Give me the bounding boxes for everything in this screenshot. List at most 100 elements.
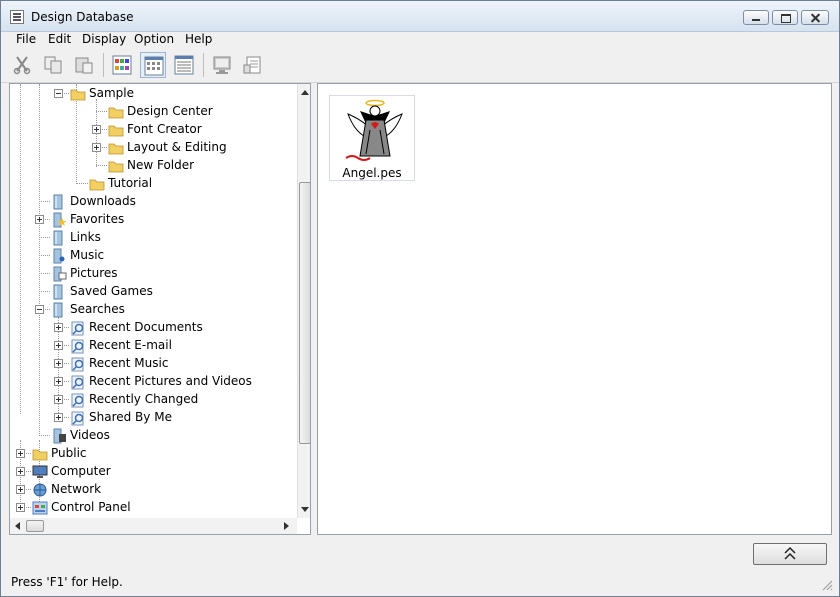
tree-item-label: Computer: [51, 464, 111, 478]
preview-button[interactable]: [209, 52, 235, 78]
tree-line: [39, 273, 50, 275]
network-icon: [33, 483, 47, 497]
expand-icon[interactable]: [54, 413, 63, 422]
tree-item[interactable]: Recent Music: [10, 355, 297, 373]
pictures-icon: [53, 266, 67, 282]
favorites-icon: [53, 212, 67, 228]
menu-edit[interactable]: Edit: [46, 32, 73, 46]
tree-item-label: Shared By Me: [89, 410, 172, 424]
tree-item[interactable]: Pictures: [10, 265, 297, 283]
properties-icon: [243, 56, 261, 74]
tree-item-label: Font Creator: [127, 122, 202, 136]
folder-icon: [108, 143, 124, 155]
app-window: Design Database File Edit Display Option…: [0, 0, 840, 597]
tree-item[interactable]: Recent Documents: [10, 319, 297, 337]
folder-icon: [89, 179, 105, 191]
tree-item[interactable]: Layout & Editing: [10, 139, 297, 157]
expand-icon[interactable]: [54, 323, 63, 332]
expand-icon[interactable]: [92, 125, 101, 134]
tree-line: [39, 291, 50, 293]
tree-item-label: Control Panel: [51, 500, 131, 514]
scrollbar-thumb[interactable]: [26, 520, 44, 532]
tree-item[interactable]: Shared By Me: [10, 409, 297, 427]
tree-item[interactable]: Sample: [10, 85, 297, 103]
tree-item[interactable]: Recent E-mail: [10, 337, 297, 355]
collapse-panel-button[interactable]: [753, 543, 827, 565]
expand-icon[interactable]: [16, 485, 25, 494]
menu-display[interactable]: Display: [80, 32, 128, 46]
expand-icon[interactable]: [54, 341, 63, 350]
tree-item[interactable]: Network: [10, 481, 297, 499]
tree-item-label: New Folder: [127, 158, 195, 172]
collapse-icon[interactable]: [54, 89, 63, 98]
app-icon[interactable]: [10, 10, 24, 24]
expand-icon[interactable]: [54, 395, 63, 404]
tree-item[interactable]: Public: [10, 445, 297, 463]
tree-item-label: Music: [70, 248, 105, 262]
tree-vertical-scrollbar[interactable]: [297, 84, 310, 518]
folder-tree[interactable]: Sample Design Center Font Creator Layout & …: [9, 83, 311, 535]
scroll-up-icon[interactable]: [301, 90, 309, 95]
tree-item[interactable]: Searches: [10, 301, 297, 319]
tree-item[interactable]: Recent Pictures and Videos: [10, 373, 297, 391]
tree-item[interactable]: Tutorial: [10, 175, 297, 193]
properties-button[interactable]: [240, 52, 266, 78]
status-bar: Press 'F1' for Help.: [1, 572, 839, 596]
file-view[interactable]: Angel.pes: [317, 83, 832, 535]
tree-line: [96, 165, 107, 167]
tree-horizontal-scrollbar[interactable]: [10, 518, 297, 534]
details-view-button[interactable]: [171, 52, 197, 78]
tree-item[interactable]: Control Panel: [10, 499, 297, 517]
tree-item[interactable]: Links: [10, 229, 297, 247]
collapse-icon[interactable]: [35, 305, 44, 314]
tree-item[interactable]: Font Creator: [10, 121, 297, 139]
close-button[interactable]: [801, 10, 829, 25]
menu-option[interactable]: Option: [132, 32, 176, 46]
expand-icon[interactable]: [16, 467, 25, 476]
tree-item-label: Pictures: [70, 266, 118, 280]
tree-item-label: Public: [51, 446, 87, 460]
expand-icon[interactable]: [16, 503, 25, 512]
copy-icon: [44, 56, 62, 74]
paste-button[interactable]: [71, 52, 97, 78]
scroll-right-icon[interactable]: [284, 522, 289, 530]
large-thumbnails-button[interactable]: [109, 52, 135, 78]
small-thumbnails-button[interactable]: [140, 52, 166, 78]
tree-item[interactable]: Recently Changed: [10, 391, 297, 409]
folder-icon: [108, 125, 124, 137]
expand-icon[interactable]: [54, 359, 63, 368]
expand-icon[interactable]: [16, 449, 25, 458]
expand-icon[interactable]: [92, 143, 101, 152]
tree-item-label: Recent E-mail: [89, 338, 172, 352]
tree-item[interactable]: Videos: [10, 427, 297, 445]
music-icon: [53, 248, 65, 264]
expand-icon[interactable]: [54, 377, 63, 386]
file-item[interactable]: Angel.pes: [329, 95, 415, 181]
minimize-button[interactable]: [743, 10, 769, 25]
tree-item-label: Searches: [70, 302, 125, 316]
scroll-left-icon[interactable]: [15, 522, 20, 530]
copy-button[interactable]: [40, 52, 66, 78]
tree-item[interactable]: Saved Games: [10, 283, 297, 301]
scrollbar-thumb[interactable]: [299, 182, 310, 444]
maximize-button[interactable]: [772, 10, 798, 25]
scroll-down-icon[interactable]: [301, 507, 309, 512]
menu-file[interactable]: File: [14, 32, 38, 46]
tree-item-label: Saved Games: [70, 284, 153, 298]
expand-icon[interactable]: [35, 215, 44, 224]
tree-item[interactable]: Music: [10, 247, 297, 265]
tree-item[interactable]: Favorites: [10, 211, 297, 229]
tree-item[interactable]: New Folder: [10, 157, 297, 175]
angel-embroidery-icon: [345, 99, 403, 161]
tree-item[interactable]: Computer: [10, 463, 297, 481]
tree-item[interactable]: Design Center: [10, 103, 297, 121]
resize-grip-icon[interactable]: [821, 579, 833, 591]
tree-item[interactable]: Downloads: [10, 193, 297, 211]
window-title: Design Database: [31, 10, 134, 24]
folder-icon: [108, 161, 124, 173]
cut-button[interactable]: [9, 52, 35, 78]
details-view-icon: [174, 55, 194, 75]
menu-help[interactable]: Help: [183, 32, 214, 46]
toolbar: [1, 50, 839, 83]
title-bar: Design Database: [1, 1, 839, 32]
